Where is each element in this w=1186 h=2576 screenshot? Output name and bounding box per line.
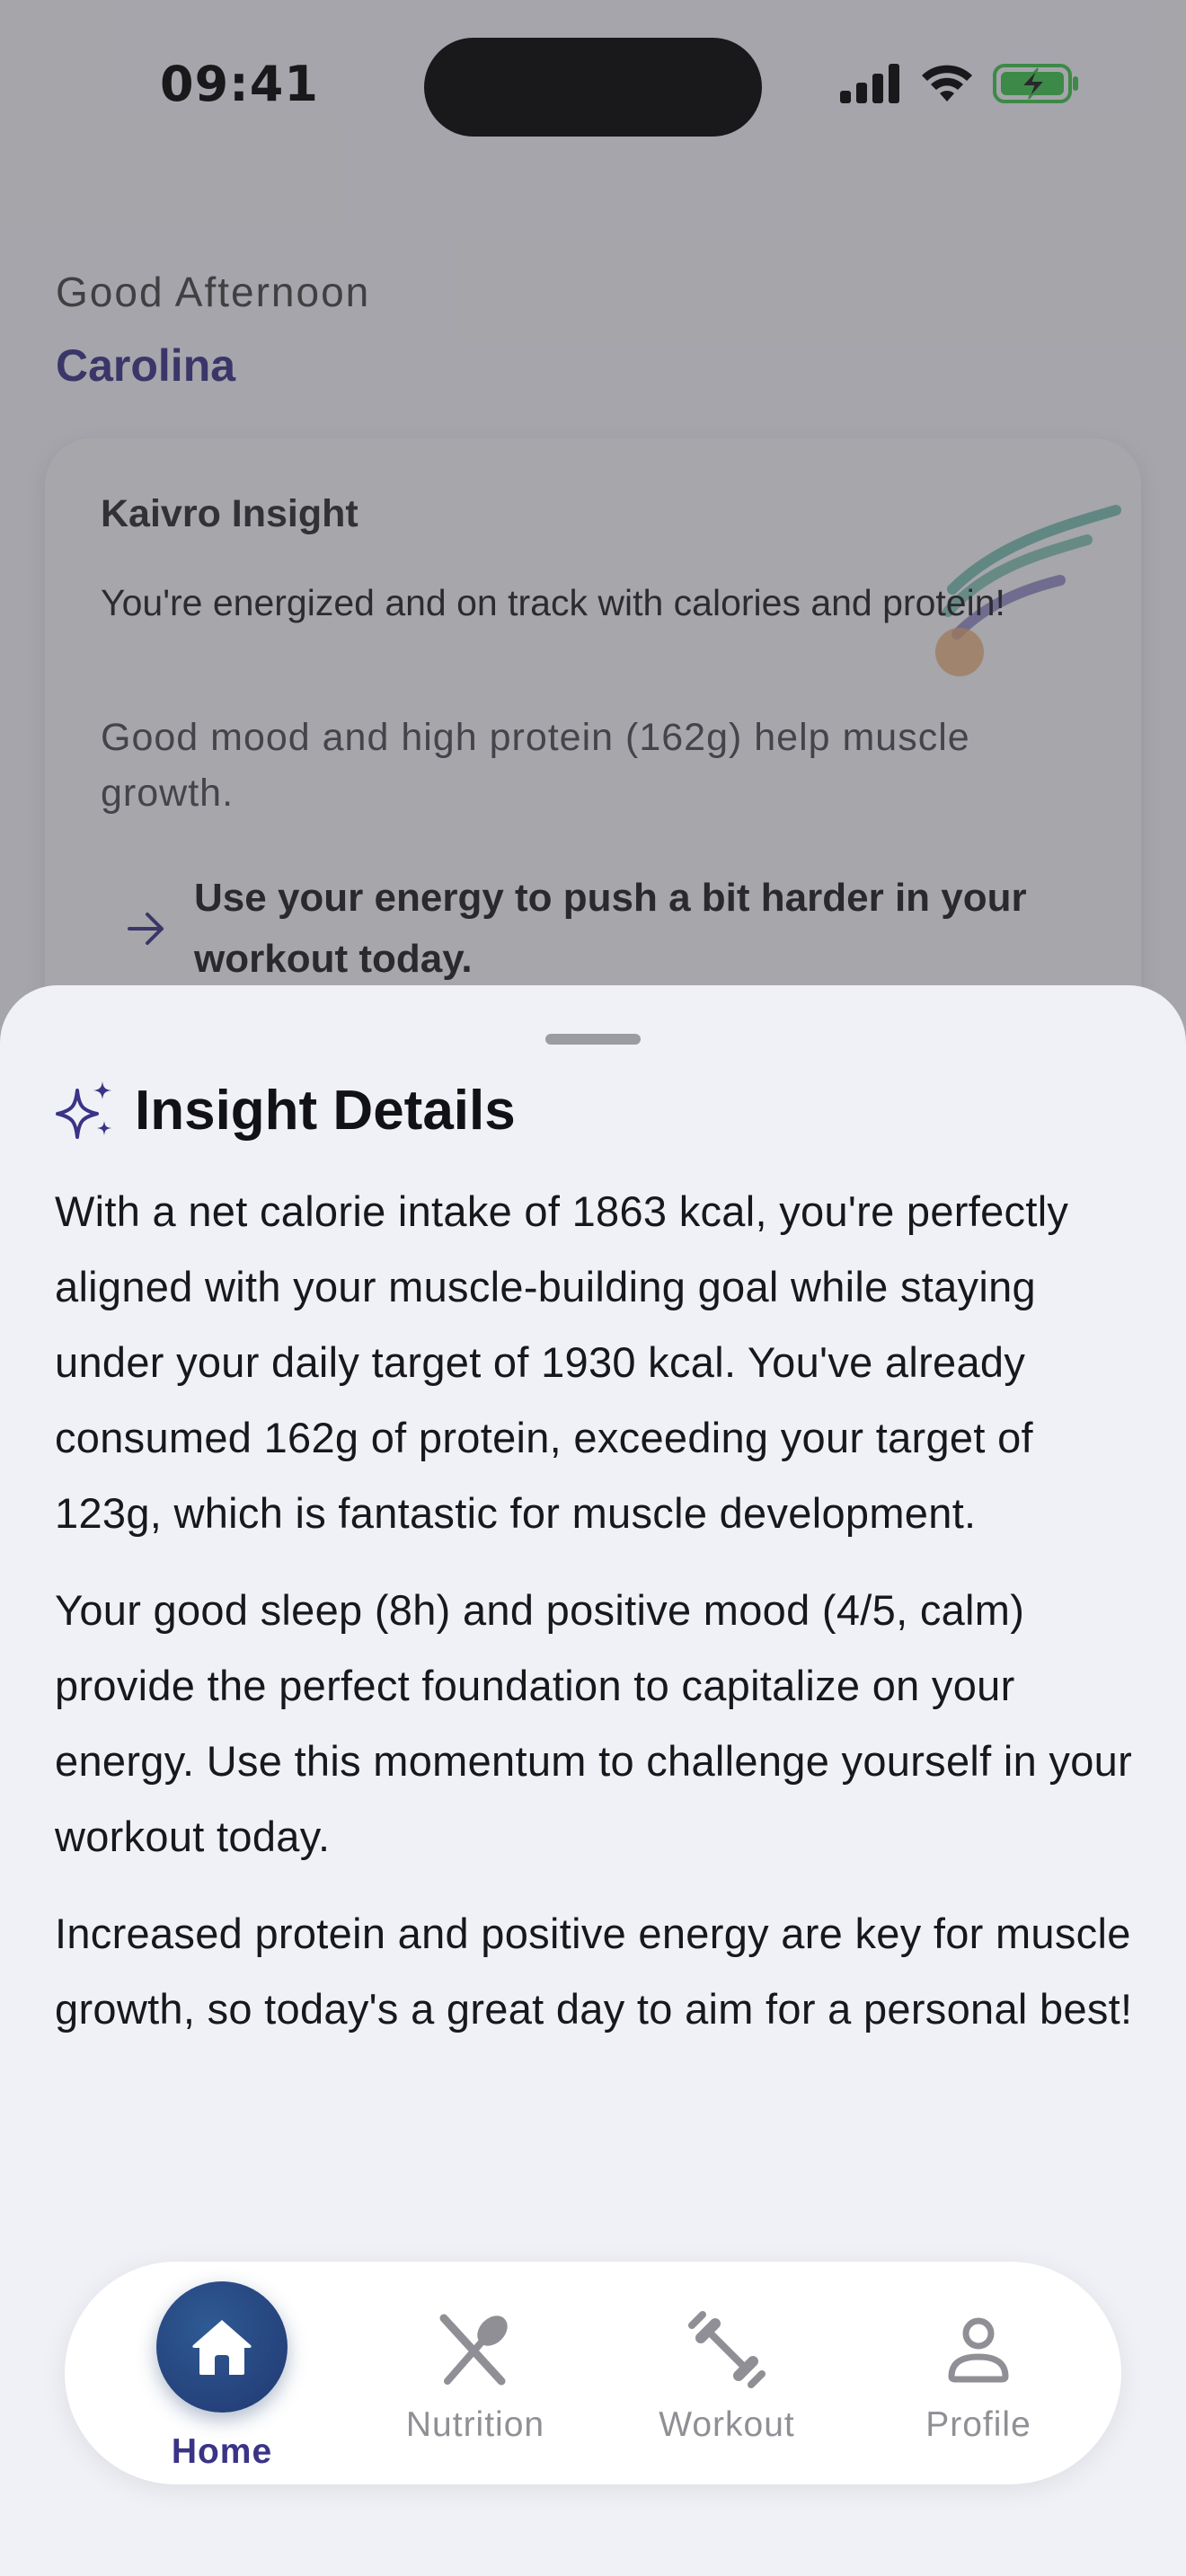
- home-icon: [192, 2320, 252, 2375]
- tab-workout[interactable]: Workout: [615, 2262, 839, 2484]
- sheet-body: With a net calorie intake of 1863 kcal, …: [55, 1174, 1142, 2069]
- insight-paragraph: With a net calorie intake of 1863 kcal, …: [55, 1187, 1069, 1537]
- sheet-title: Insight Details: [135, 1080, 516, 1142]
- tab-nutrition[interactable]: Nutrition: [363, 2262, 588, 2484]
- tab-label-workout: Workout: [659, 2405, 795, 2444]
- tab-profile[interactable]: Profile: [866, 2262, 1091, 2484]
- tab-bar: Home Nutrition Workout Profile: [65, 2262, 1121, 2484]
- tab-label-nutrition: Nutrition: [405, 2405, 545, 2444]
- insight-paragraph: Your good sleep (8h) and positive mood (…: [55, 1586, 1133, 1860]
- sheet-header: Insight Details: [54, 1079, 516, 1142]
- tab-label-home: Home: [171, 2432, 273, 2471]
- tab-label-profile: Profile: [925, 2405, 1031, 2444]
- sheet-grabber-handle[interactable]: [545, 1034, 641, 1045]
- insight-paragraph: Increased protein and positive energy ar…: [55, 1910, 1133, 2033]
- dumbbell-icon: [688, 2311, 766, 2388]
- sparkles-icon: [56, 1081, 111, 1139]
- spoon-knife-icon: [439, 2314, 508, 2386]
- home-button[interactable]: [156, 2281, 288, 2413]
- person-icon: [948, 2317, 1009, 2383]
- tab-home[interactable]: Home: [110, 2262, 334, 2484]
